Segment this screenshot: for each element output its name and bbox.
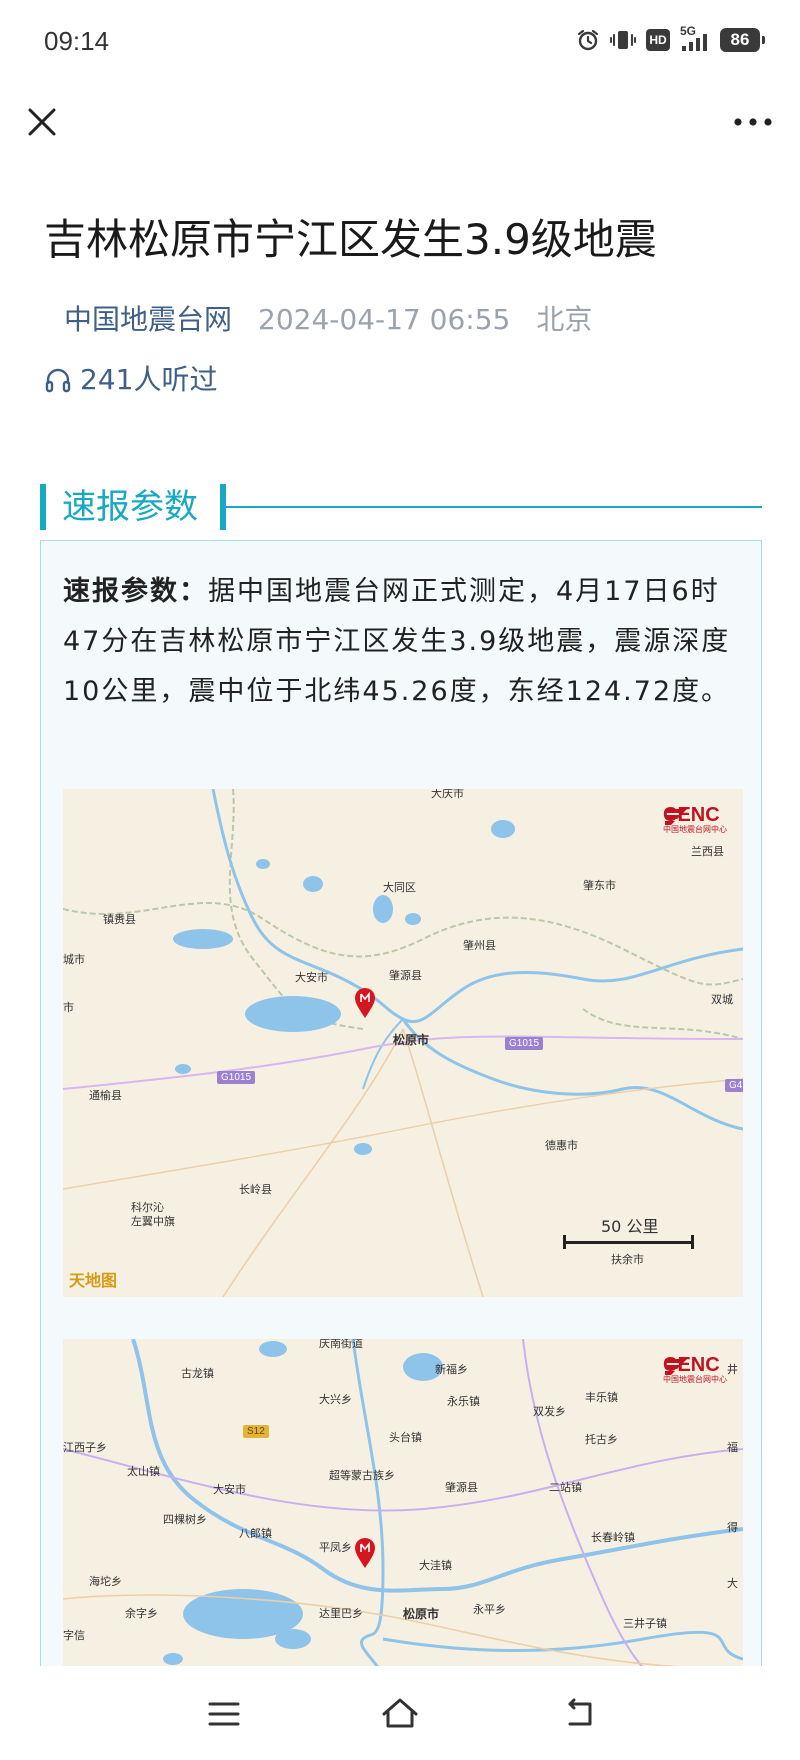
map-label: 大安市: [213, 1483, 246, 1496]
road-badge: G1015: [217, 1071, 256, 1084]
map-label: 双城: [711, 993, 733, 1006]
map-label: 通榆县: [89, 1089, 122, 1102]
map-label: 长岭县: [239, 1183, 272, 1196]
epicenter-map-wide[interactable]: CENC 中国地震台网中心 大庆市 兰西县 肇东市 大同区 镇赉县 城市 肇州县…: [63, 789, 743, 1297]
map-label: 肇东市: [583, 879, 616, 892]
map-label: 大同区: [383, 881, 416, 894]
heading-line: [226, 506, 762, 508]
close-icon[interactable]: [20, 100, 64, 144]
map-label: 扶余市: [611, 1253, 644, 1266]
map-label: 肇源县: [389, 969, 422, 982]
map-label: 余字乡: [125, 1607, 158, 1620]
cenc-logo: CENC 中国地震台网中心: [663, 1355, 727, 1385]
listen-count-button[interactable]: 241人听过: [44, 360, 217, 400]
top-bar: [0, 86, 800, 158]
map-label: 兰西县: [691, 845, 724, 858]
map-label: 镇赉县: [103, 913, 136, 926]
listen-count: 241人听过: [80, 363, 218, 396]
map-label: 双发乡: [533, 1405, 566, 1418]
road-badge: S12: [243, 1425, 269, 1438]
map-label: 福: [727, 1441, 738, 1454]
map-label: 平凤乡: [319, 1541, 352, 1554]
map-label: 肇源县: [445, 1481, 478, 1494]
map-label: 二站镇: [549, 1481, 582, 1494]
vibrate-icon: [610, 31, 636, 49]
map-label: 大庆市: [431, 789, 464, 800]
cenc-logo-icon: [665, 809, 687, 825]
map-label-songyuan: 松原市: [393, 1033, 430, 1047]
map-label: 得: [727, 1521, 738, 1534]
menu-icon[interactable]: [200, 1690, 248, 1738]
map-label: 新福乡: [435, 1363, 468, 1376]
article-meta: 中国地震台网 2024-04-17 06:55 北京: [64, 300, 592, 340]
map-label: 德惠市: [545, 1139, 578, 1152]
cenc-logo: CENC 中国地震台网中心: [663, 805, 727, 835]
map-label: 大兴乡: [319, 1393, 352, 1406]
system-nav-bar: [0, 1666, 800, 1760]
section-heading: 速报参数: [40, 484, 762, 530]
map-label: 三井子镇: [623, 1617, 667, 1630]
hd-icon: HD: [646, 29, 670, 51]
map-label: 头台镇: [389, 1431, 422, 1444]
map-label: 太山镇: [127, 1465, 160, 1478]
map-label: 字信: [63, 1629, 85, 1642]
map-label: 长春岭镇: [591, 1531, 635, 1544]
status-icons: HD 5G 86: [576, 24, 765, 52]
map-label: 城市: [63, 953, 85, 966]
publish-location: 北京: [536, 303, 593, 336]
signal-icon: 5G: [680, 24, 710, 52]
map-label: 井: [727, 1363, 738, 1376]
epicenter-pin-icon: [355, 1538, 375, 1568]
map-label: 托古乡: [585, 1433, 618, 1446]
home-icon[interactable]: [376, 1690, 424, 1738]
map-label: 超等蒙古族乡: [329, 1469, 395, 1482]
status-bar: 09:14 HD 5G 86: [0, 0, 800, 86]
section-label: 速报参数：: [63, 576, 208, 607]
map-label: 庆南街道: [319, 1339, 363, 1350]
back-icon[interactable]: [556, 1690, 604, 1738]
map-label: 八郎镇: [239, 1527, 272, 1540]
source-link[interactable]: 中国地震台网: [64, 300, 232, 340]
map-label: 丰乐镇: [585, 1391, 618, 1404]
epicenter-pin-icon: [355, 988, 375, 1018]
map-label: 古龙镇: [181, 1367, 214, 1380]
map-label: 达里巴乡: [319, 1607, 363, 1620]
map-label: 海坨乡: [89, 1575, 122, 1588]
heading-bar-left: [40, 484, 46, 530]
map-label: 大洼镇: [419, 1559, 452, 1572]
publish-time: 2024-04-17 06:55: [258, 303, 511, 336]
scale-label: 50 公里: [601, 1217, 659, 1236]
section-heading-title: 速报参数: [62, 487, 198, 527]
section-paragraph: 速报参数：据中国地震台网正式测定，4月17日6时47分在吉林松原市宁江区发生3.…: [63, 567, 743, 717]
road-badge: G4: [725, 1079, 743, 1092]
map-label: 永乐镇: [447, 1395, 480, 1408]
map-label: 肇州县: [463, 939, 496, 952]
map-label: 四棵树乡: [163, 1513, 207, 1526]
map-label: 大安市: [295, 971, 328, 984]
alarm-icon: [577, 29, 599, 51]
map-label: 江西子乡: [63, 1441, 107, 1454]
battery-icon: 86: [720, 28, 765, 52]
article-title: 吉林松原市宁江区发生3.9级地震: [44, 215, 657, 264]
content-card: 速报参数：据中国地震台网正式测定，4月17日6时47分在吉林松原市宁江区发生3.…: [40, 540, 762, 1720]
cenc-logo-icon: [665, 1359, 687, 1375]
map-label: 左翼中旗: [131, 1215, 175, 1228]
map-label-songyuan: 松原市: [403, 1607, 440, 1621]
map-label: 市: [63, 1001, 74, 1014]
map-detail-base: [63, 1339, 743, 1719]
headphones-icon: [45, 368, 71, 393]
map-label: 永平乡: [473, 1603, 506, 1616]
status-time: 09:14: [44, 26, 110, 56]
map-label: 大: [727, 1577, 738, 1590]
epicenter-map-detail[interactable]: CENC 中国地震台网中心 庆南街道 古龙镇 新福乡 井 大兴乡 永乐镇 丰乐镇…: [63, 1339, 743, 1719]
road-badge: G1015: [505, 1037, 544, 1050]
map-attribution: 天地图: [69, 1271, 118, 1290]
more-icon[interactable]: [728, 100, 778, 144]
